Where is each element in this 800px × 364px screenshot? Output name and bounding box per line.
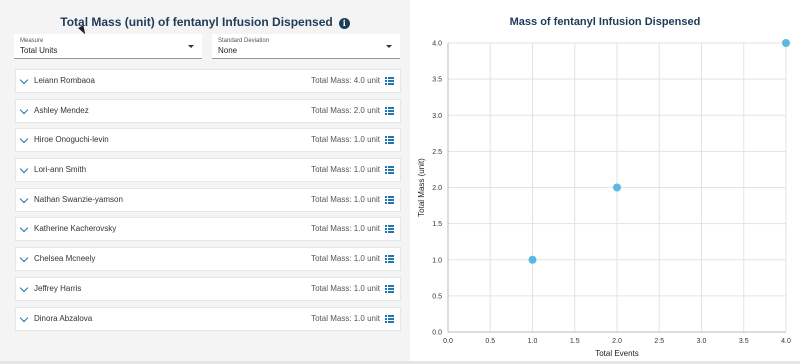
patient-list: Leiann Rombaoa Total Mass: 4.0 unit Ashley… <box>15 69 401 336</box>
y-tick-label: 3.5 <box>432 77 442 84</box>
list-icon[interactable] <box>385 195 394 204</box>
measure-select[interactable]: Measure Total Units <box>14 34 202 59</box>
total-mass-value: Total Mass: 1.0 unit <box>311 165 380 175</box>
std-dev-select[interactable]: Standard Deviation None <box>212 34 400 59</box>
x-axis-label: Total Events <box>595 349 639 358</box>
list-item[interactable]: Hiroe Onoguchi-levin Total Mass: 1.0 unit <box>15 128 401 153</box>
total-mass-value: Total Mass: 1.0 unit <box>311 313 380 323</box>
patient-name: Katherine Kacherovsky <box>34 224 117 234</box>
y-tick-label: 1.0 <box>432 257 442 264</box>
patient-name: Nathan Swanzie-yamson <box>34 194 123 204</box>
chevron-down-icon <box>188 45 194 48</box>
total-mass-value: Total Mass: 1.0 unit <box>311 254 380 264</box>
total-mass-value: Total Mass: 2.0 unit <box>311 105 380 115</box>
list-icon[interactable] <box>385 284 394 293</box>
chevron-down-icon[interactable] <box>19 135 29 144</box>
std-dev-label: Standard Deviation <box>218 38 270 44</box>
x-tick-label: 2.0 <box>612 338 622 345</box>
list-icon[interactable] <box>385 166 394 175</box>
y-tick-label: 0.0 <box>432 330 442 337</box>
scatter-chart: 0.0 0.5 1.0 1.5 2.0 2.5 3.0 3.5 4.0 0.0 0.5 1.0 1.5 2… <box>417 39 791 358</box>
y-axis-label: Total Mass (unit) <box>417 158 426 217</box>
chevron-down-icon[interactable] <box>19 75 29 85</box>
list-icon[interactable] <box>385 106 394 115</box>
chevron-down-icon[interactable] <box>19 224 29 233</box>
list-icon[interactable] <box>385 255 394 264</box>
total-mass-value: Total Mass: 1.0 unit <box>311 283 380 293</box>
data-point <box>613 183 621 192</box>
list-icon[interactable] <box>385 77 394 85</box>
chevron-down-icon[interactable] <box>19 194 29 203</box>
chevron-down-icon <box>386 45 392 48</box>
chevron-down-icon[interactable] <box>19 253 29 263</box>
patient-name: Jeffrey Harris <box>34 283 82 293</box>
y-tick-label: 4.0 <box>432 41 442 48</box>
left-panel: Total Mass (unit) of fentanyl Infusion D… <box>0 0 410 364</box>
y-tick-label: 2.0 <box>432 185 442 192</box>
x-tick-label: 3.0 <box>697 338 707 345</box>
list-icon[interactable] <box>385 314 394 323</box>
x-tick-label: 0.5 <box>485 338 495 345</box>
list-icon[interactable] <box>385 136 394 145</box>
y-tick-label: 3.0 <box>432 113 442 120</box>
chevron-down-icon[interactable] <box>19 164 29 174</box>
y-tick-label: 2.5 <box>432 149 442 156</box>
panel-title-text: Total Mass (unit) of fentanyl Infusion D… <box>60 15 333 29</box>
total-mass-value: Total Mass: 4.0 unit <box>311 76 380 85</box>
patient-name: Dinora Abzalova <box>34 313 93 323</box>
patient-name: Chelsea Mcneely <box>34 254 96 264</box>
x-tick-label: 2.5 <box>654 338 664 345</box>
measure-label: Measure <box>20 38 44 44</box>
list-item[interactable]: Chelsea Mcneely Total Mass: 1.0 unit <box>15 247 401 272</box>
total-mass-value: Total Mass: 1.0 unit <box>311 224 380 234</box>
list-item[interactable]: Dinora Abzalova Total Mass: 1.0 unit <box>15 306 401 331</box>
x-tick-label: 0.0 <box>443 338 453 345</box>
chevron-down-icon[interactable] <box>19 105 29 114</box>
x-tick-label: 3.5 <box>739 338 749 345</box>
patient-name: Leiann Rombaoa <box>34 76 95 85</box>
y-tick-label: 0.5 <box>432 293 442 300</box>
x-tick-label: 1.0 <box>528 338 538 345</box>
list-item[interactable]: Jeffrey Harris Total Mass: 1.0 unit <box>15 276 401 301</box>
list-icon[interactable] <box>385 225 394 234</box>
x-tick-label: 1.5 <box>570 338 580 345</box>
measure-value: Total Units <box>20 46 58 55</box>
list-item[interactable]: Nathan Swanzie-yamson Total Mass: 1.0 uni… <box>15 187 401 212</box>
data-point <box>782 39 790 47</box>
y-tick-label: 1.5 <box>432 221 442 228</box>
chevron-down-icon[interactable] <box>19 313 29 322</box>
list-item[interactable]: Lori-ann Smith Total Mass: 1.0 unit <box>15 158 401 183</box>
list-item[interactable]: Leiann Rombaoa Total Mass: 4.0 unit <box>15 69 401 93</box>
std-dev-value: None <box>218 46 238 55</box>
list-item[interactable]: Ashley Mendez Total Mass: 2.0 unit <box>15 98 401 123</box>
total-mass-value: Total Mass: 1.0 unit <box>311 135 380 145</box>
info-icon[interactable]: i <box>338 18 350 29</box>
x-tick-label: 4.0 <box>781 338 791 345</box>
chevron-down-icon[interactable] <box>19 283 29 293</box>
patient-name: Ashley Mendez <box>34 105 89 115</box>
data-point <box>528 255 537 264</box>
patient-name: Lori-ann Smith <box>34 165 87 175</box>
list-item[interactable]: Katherine Kacherovsky Total Mass: 1.0 uni… <box>15 217 401 242</box>
total-mass-value: Total Mass: 1.0 unit <box>311 194 380 204</box>
panel-title: Total Mass (unit) of fentanyl Infusion D… <box>0 15 410 29</box>
patient-name: Hiroe Onoguchi-levin <box>34 135 109 145</box>
chart-panel: Mass of fentanyl Infusion Dispensed 0.0 0… <box>410 0 800 364</box>
